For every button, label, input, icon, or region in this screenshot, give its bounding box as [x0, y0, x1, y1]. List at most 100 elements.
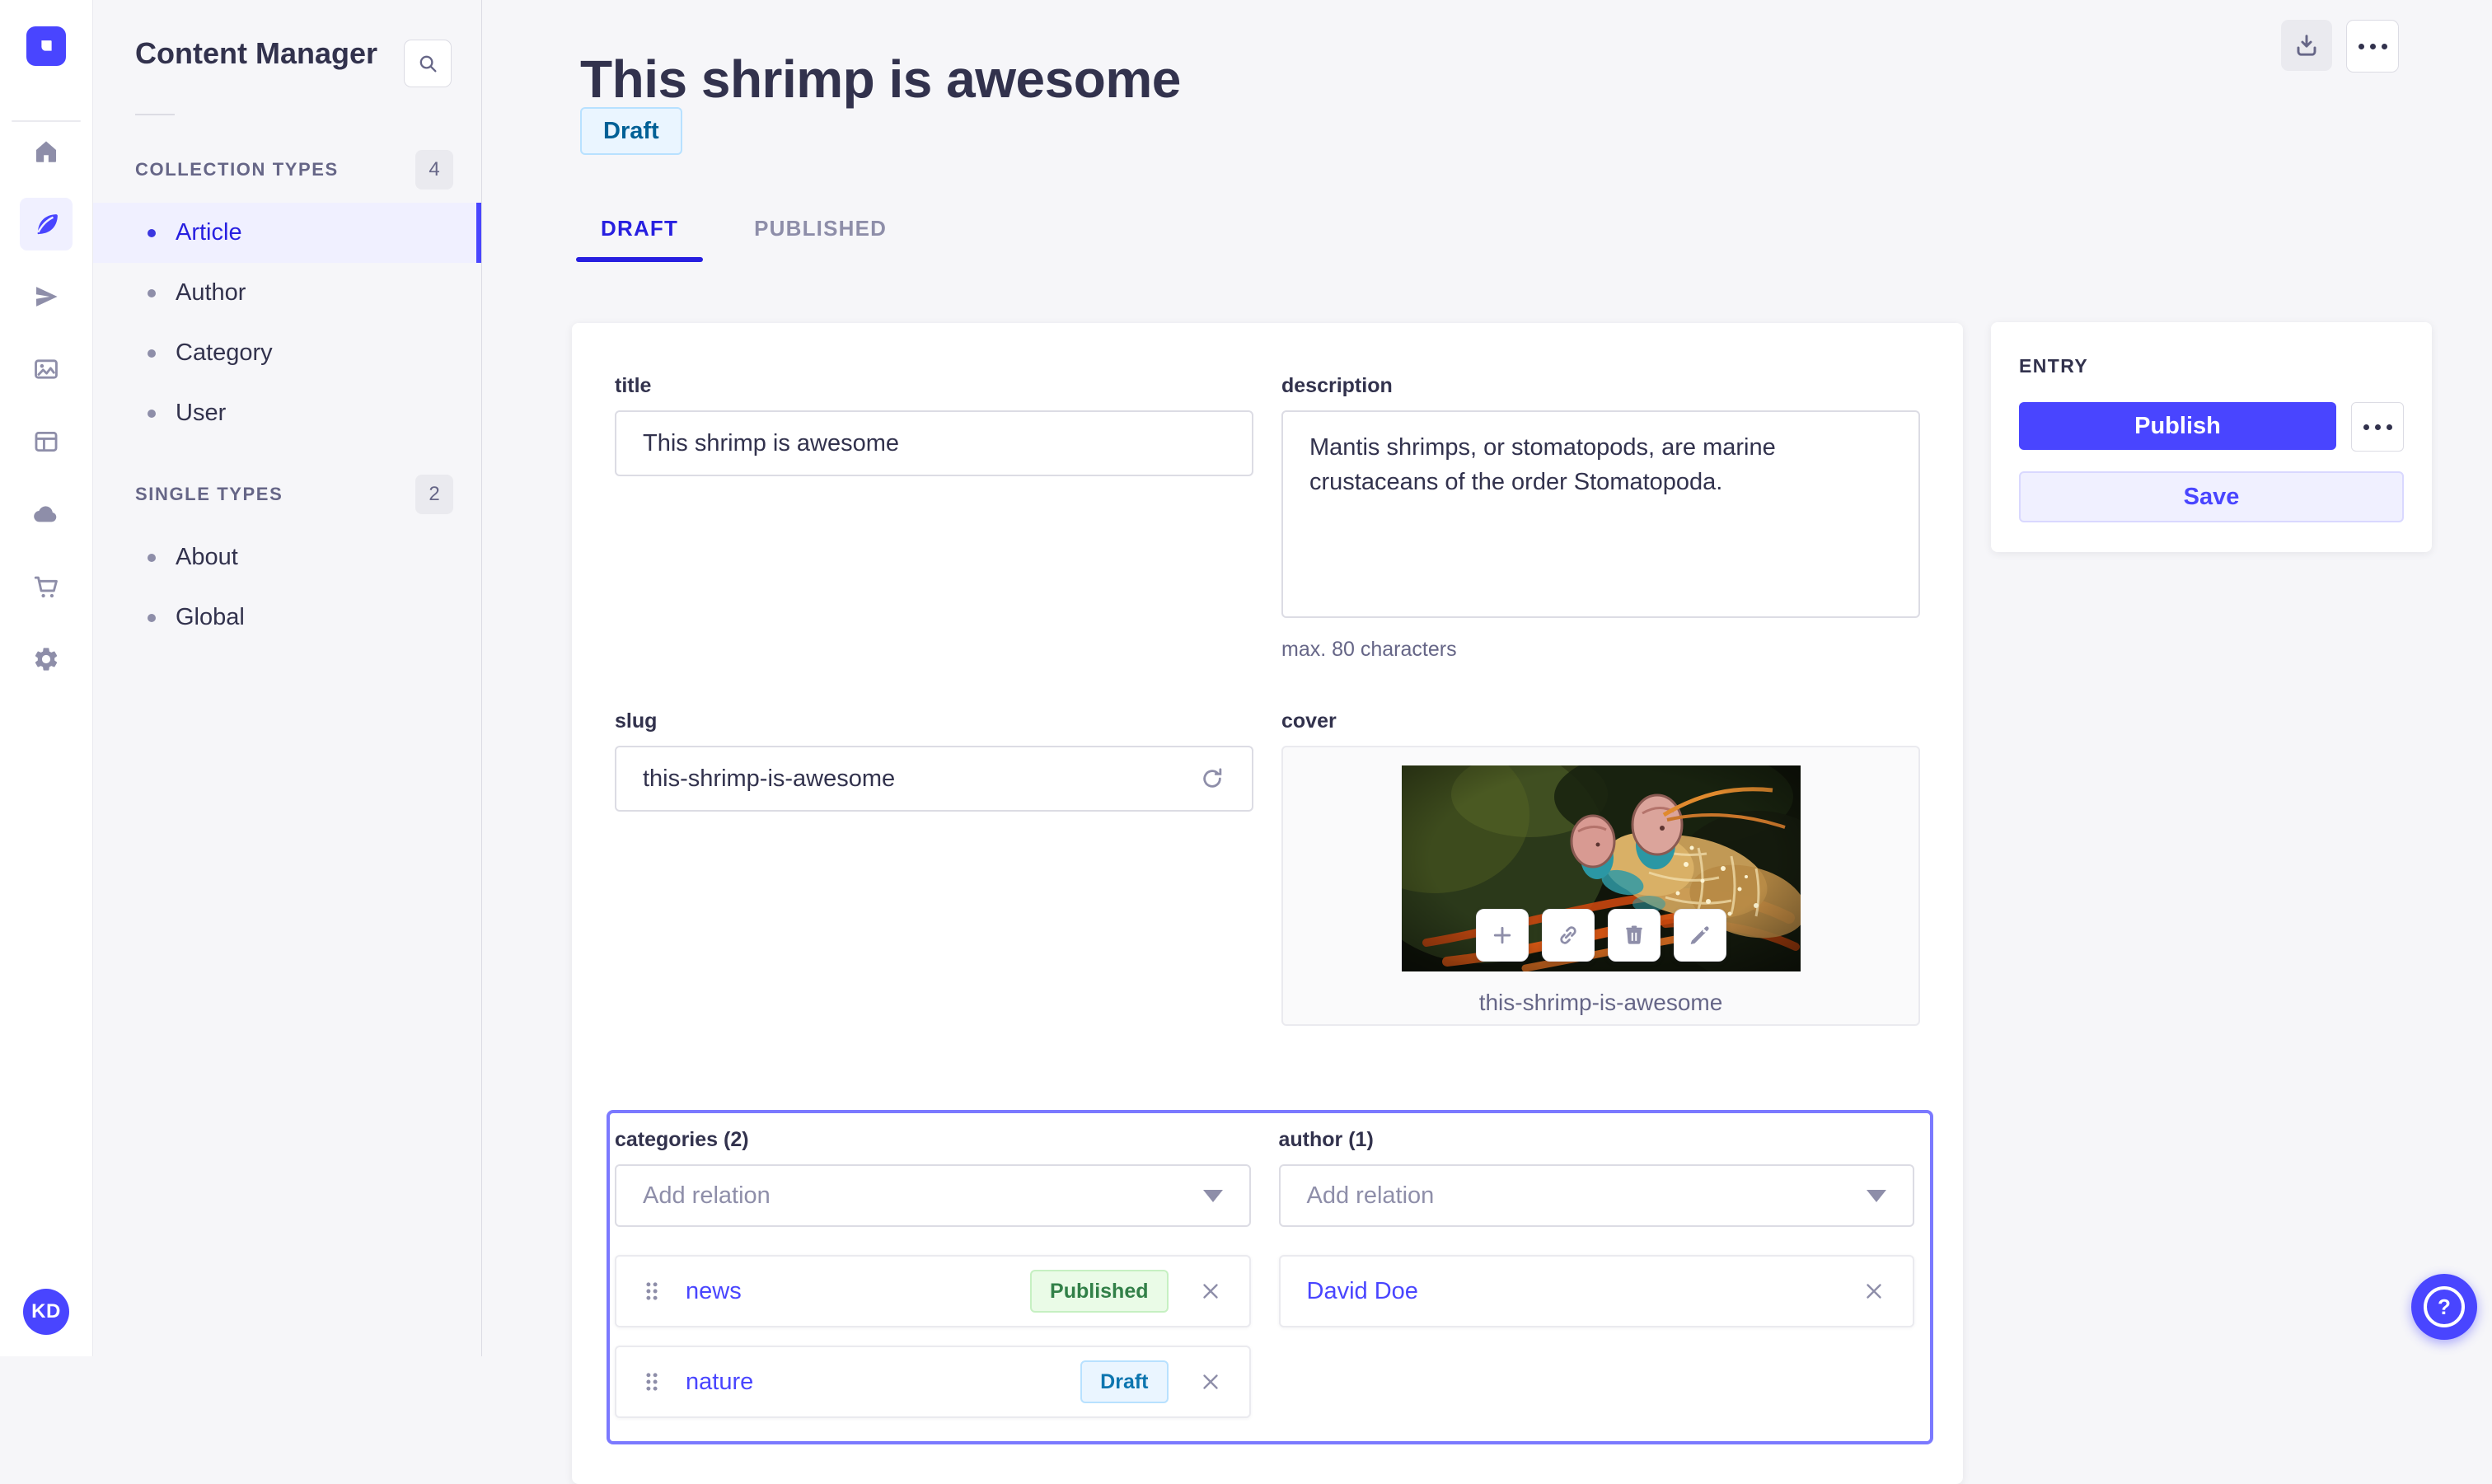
main-content: This shrimp is awesome Draft DRAFT PUBLI…: [482, 0, 2492, 1484]
sidebar-item-label: Category: [176, 339, 273, 366]
entry-more-button[interactable]: [2351, 402, 2404, 452]
rail-menu: [20, 125, 73, 686]
strapi-logo-icon: [41, 40, 52, 51]
save-button[interactable]: Save: [2019, 471, 2404, 522]
sidebar-item-category[interactable]: Category: [92, 323, 481, 383]
avatar-initials: KD: [31, 1300, 61, 1322]
sidebar-item-author[interactable]: Author: [92, 263, 481, 323]
feather-icon[interactable]: [20, 198, 73, 250]
cloud-icon[interactable]: [20, 488, 73, 541]
help-button[interactable]: ?: [2411, 1274, 2477, 1340]
strapi-logo[interactable]: [26, 26, 66, 66]
more-actions-button[interactable]: [2346, 20, 2399, 73]
remove-relation-button[interactable]: [1198, 1369, 1223, 1394]
sidebar-item-global[interactable]: Global: [92, 588, 481, 648]
categories-relation-select[interactable]: Add relation: [615, 1164, 1251, 1227]
drag-handle-icon[interactable]: [643, 1369, 661, 1394]
active-indicator: [476, 203, 481, 263]
sidebar-item-label: Article: [176, 219, 242, 246]
sidebar-divider: [135, 114, 175, 115]
paper-plane-icon[interactable]: [20, 270, 73, 323]
relation-status-badge: Draft: [1080, 1360, 1169, 1403]
relation-link[interactable]: nature: [686, 1369, 753, 1396]
media-icon[interactable]: [20, 343, 73, 396]
author-label: author (1): [1278, 1128, 1374, 1151]
copy-link-button[interactable]: [1541, 909, 1595, 962]
entry-panel-title: ENTRY: [2019, 355, 2089, 377]
ellipsis-icon: [2358, 43, 2387, 49]
add-asset-button[interactable]: [1475, 909, 1529, 962]
strapi-admin: KD Content Manager COLLECTION TYPES 4 Ar…: [0, 0, 2492, 1484]
drag-handle-icon[interactable]: [643, 1279, 661, 1304]
edit-form-card: title This shrimp is awesome description…: [572, 323, 1963, 1484]
sidebar-item-label: User: [176, 400, 227, 426]
avatar[interactable]: KD: [23, 1289, 69, 1335]
export-button[interactable]: [2281, 20, 2332, 71]
relation-link[interactable]: news: [686, 1278, 742, 1305]
chevron-down-icon: [1867, 1189, 1886, 1202]
description-value: Mantis shrimps, or stomatopods, are mari…: [1309, 434, 1776, 495]
plus-icon: [1493, 926, 1511, 944]
author-placeholder: Add relation: [1306, 1182, 1435, 1209]
gear-icon[interactable]: [20, 633, 73, 686]
chevron-down-icon: [1202, 1189, 1223, 1202]
close-icon: [1202, 1374, 1218, 1389]
sidebar-item-label: Global: [176, 604, 245, 630]
status-badge: Draft: [580, 107, 682, 155]
title-input[interactable]: This shrimp is awesome: [615, 410, 1253, 476]
title-value: This shrimp is awesome: [643, 429, 900, 456]
collection-types-label: COLLECTION TYPES: [135, 159, 339, 180]
sidebar-item-article[interactable]: Article: [92, 203, 481, 263]
title-label: title: [615, 374, 652, 397]
description-field: description Mantis shrimps, or stomatopo…: [1281, 372, 1920, 662]
search-button[interactable]: [404, 40, 452, 87]
delete-asset-button[interactable]: [1607, 909, 1661, 962]
author-relation-select[interactable]: Add relation: [1278, 1164, 1914, 1227]
question-mark-icon: ?: [2424, 1286, 2465, 1327]
publish-button[interactable]: Publish: [2019, 402, 2336, 450]
cover-asset-box: this-shrimp-is-awesome: [1281, 746, 1920, 1026]
cover-actions: [1475, 909, 1726, 962]
ellipsis-icon: [2363, 424, 2392, 430]
categories-field: categories (2) Add relation news Publish…: [615, 1126, 1251, 1418]
bullet-icon: [148, 288, 156, 297]
sidebar-title: Content Manager: [135, 36, 378, 70]
collection-types-count: 4: [415, 150, 453, 190]
nav-rail: KD: [0, 0, 93, 1356]
collection-types-list: Article Author Category User: [92, 203, 481, 443]
layout-icon[interactable]: [20, 415, 73, 468]
slug-input[interactable]: this-shrimp-is-awesome: [615, 746, 1253, 812]
entry-panel: ENTRY Publish Save: [1991, 322, 2432, 552]
sidebar-item-user[interactable]: User: [92, 383, 481, 443]
relation-item-nature: nature Draft: [615, 1346, 1251, 1418]
relations-zone: categories (2) Add relation news Publish…: [607, 1110, 1933, 1444]
single-types-header: SINGLE TYPES 2: [92, 473, 481, 516]
bullet-icon: [148, 228, 156, 237]
description-textarea[interactable]: Mantis shrimps, or stomatopods, are mari…: [1281, 410, 1920, 618]
remove-relation-button[interactable]: [1862, 1279, 1886, 1304]
sidebar-item-about[interactable]: About: [92, 527, 481, 588]
tab-published[interactable]: PUBLISHED: [729, 194, 911, 262]
close-icon: [1202, 1284, 1218, 1299]
tab-draft[interactable]: DRAFT: [576, 194, 704, 262]
single-types-count: 2: [415, 475, 453, 514]
regenerate-icon[interactable]: [1199, 765, 1225, 792]
slug-field: slug this-shrimp-is-awesome: [615, 708, 1253, 1026]
close-icon: [1867, 1284, 1881, 1299]
categories-label: categories (2): [615, 1128, 749, 1151]
bullet-icon: [148, 553, 156, 562]
cart-icon[interactable]: [20, 560, 73, 613]
relation-link[interactable]: David Doe: [1307, 1278, 1418, 1305]
link-icon: [1559, 926, 1576, 944]
search-icon: [419, 55, 437, 73]
home-icon[interactable]: [20, 125, 73, 178]
download-icon: [2297, 35, 2316, 56]
bullet-icon: [148, 349, 156, 358]
relation-item-news: news Published: [615, 1255, 1251, 1327]
cover-label: cover: [1281, 709, 1337, 733]
categories-placeholder: Add relation: [643, 1182, 771, 1209]
version-tabs: DRAFT PUBLISHED: [576, 194, 911, 262]
edit-asset-button[interactable]: [1673, 909, 1726, 962]
cover-caption: this-shrimp-is-awesome: [1478, 990, 1723, 1015]
remove-relation-button[interactable]: [1198, 1279, 1223, 1304]
